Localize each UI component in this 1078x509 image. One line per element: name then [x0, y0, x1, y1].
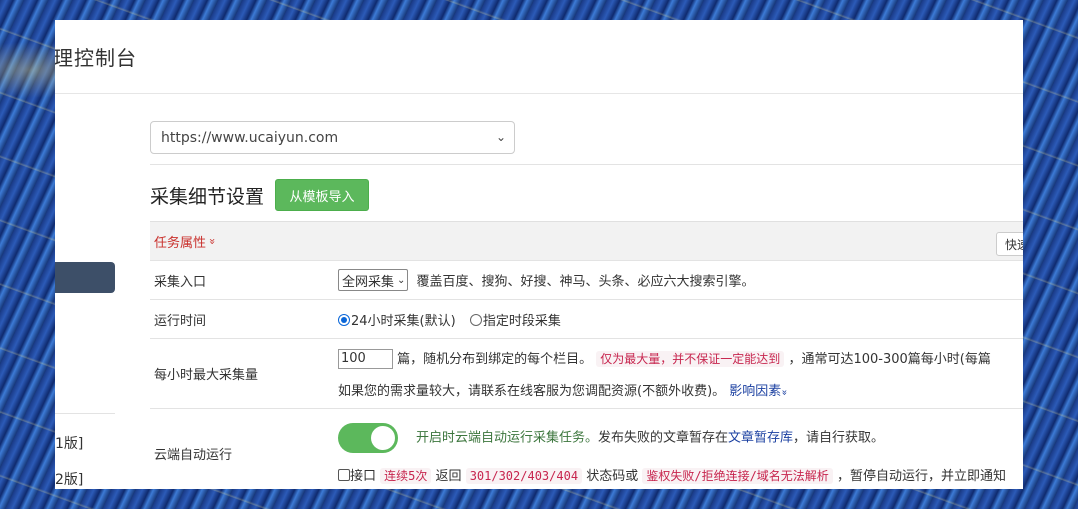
max-per-hour-text: 篇，随机分布到绑定的每个栏目。	[397, 351, 593, 367]
site-select-value: https://www.ucaiyun.com	[161, 129, 339, 146]
page-header: 理控制台	[55, 20, 1023, 94]
article-storage-link[interactable]: 文章暂存库	[728, 431, 793, 446]
runtime-24h-radio[interactable]	[338, 313, 350, 326]
section-title: 采集细节设置	[150, 186, 265, 208]
table-header-row: 任务属性 » 快速	[150, 221, 1023, 260]
entry-row: 采集入口 全网采集 ⌄ 覆盖百度、搜狗、好搜、神马、头条、必应六大搜索引擎。	[150, 260, 1023, 299]
quick-button[interactable]: 快速	[996, 232, 1023, 256]
entry-label: 采集入口	[154, 274, 207, 290]
max-per-hour-input[interactable]: 100	[338, 349, 393, 370]
divider	[150, 164, 1023, 165]
max-per-hour-row: 每小时最大采集量 100 篇，随机分布到绑定的每个栏目。 仅为最大量，并不保证一…	[150, 338, 1023, 408]
chevron-down-icon: ⌄	[397, 274, 406, 286]
returns-text: 返回	[435, 469, 462, 484]
chevron-down-icon: »	[205, 237, 219, 245]
task-attributes-label: 任务属性	[154, 235, 207, 251]
runtime-scheduled-label: 指定时段采集	[482, 313, 561, 329]
max-per-hour-typical: ，通常可达100-300篇每小时(每篇	[788, 351, 991, 367]
sidebar-active-item[interactable]	[55, 262, 115, 293]
error-types: 鉴权失败/拒绝连接/域名无法解析	[642, 468, 833, 484]
import-from-template-button[interactable]: 从模板导入	[275, 179, 369, 211]
cloud-run-desc-end: ，请自行获取。	[793, 430, 885, 446]
entry-select[interactable]: 全网采集 ⌄	[338, 269, 409, 291]
interface-label: 接口	[350, 469, 377, 484]
chevron-down-icon: »	[778, 389, 790, 396]
runtime-row: 运行时间 24小时采集(默认) 指定时段采集	[150, 299, 1023, 338]
influencing-factors-link[interactable]: 影响因素»	[729, 384, 790, 399]
control-panel: 理控制台 1版] 2版] https://www.ucaiyun.com ⌄ 采…	[55, 20, 1023, 489]
max-per-hour-notice: 仅为最大量，并不保证一定能达到	[596, 350, 785, 367]
interface-checkbox[interactable]	[338, 469, 350, 481]
sidebar-divider	[55, 413, 115, 414]
status-codes: 301/302/403/404	[465, 468, 583, 484]
status-code-or-text: 状态码或	[586, 469, 639, 484]
chevron-down-icon: ⌄	[495, 130, 506, 144]
consecutive-count: 连续5次	[380, 468, 432, 484]
sidebar-item-version-1[interactable]: 1版]	[55, 433, 83, 453]
page-title: 理控制台	[55, 46, 137, 70]
runtime-24h-label: 24小时采集(默认)	[351, 313, 456, 329]
entry-description: 覆盖百度、搜狗、好搜、神马、头条、必应六大搜索引擎。	[416, 274, 755, 290]
cloud-run-desc: 发布失败的文章暂存在	[598, 430, 729, 446]
sidebar-item-version-2[interactable]: 2版]	[55, 469, 83, 489]
runtime-label: 运行时间	[154, 313, 207, 329]
contact-support-text: 如果您的需求量较大，请联系在线客服为您调配资源(不额外收费)。	[338, 384, 726, 400]
max-per-hour-label: 每小时最大采集量	[154, 368, 259, 383]
task-settings-table: 任务属性 » 快速 采集入口 全网采集⌄ 覆盖百度、搜狗、好搜、神马、头条、必应…	[150, 221, 1023, 489]
runtime-scheduled-radio[interactable]	[469, 313, 482, 326]
cloud-run-row: 云端自动运行 开启时云端自动运行采集任务。发布失败的文章暂存在文章暂存库，请自行…	[150, 408, 1023, 489]
task-attributes-toggle[interactable]: 任务属性 »	[150, 222, 219, 260]
site-select[interactable]: https://www.ucaiyun.com ⌄	[150, 121, 515, 154]
cloud-run-toggle-text: 开启时云端自动运行采集任务。	[416, 430, 599, 446]
pause-notice-text: ，暂停自动运行，并立即通知	[836, 469, 1006, 484]
cloud-run-label: 云端自动运行	[154, 448, 233, 463]
cloud-run-toggle[interactable]	[338, 423, 398, 453]
